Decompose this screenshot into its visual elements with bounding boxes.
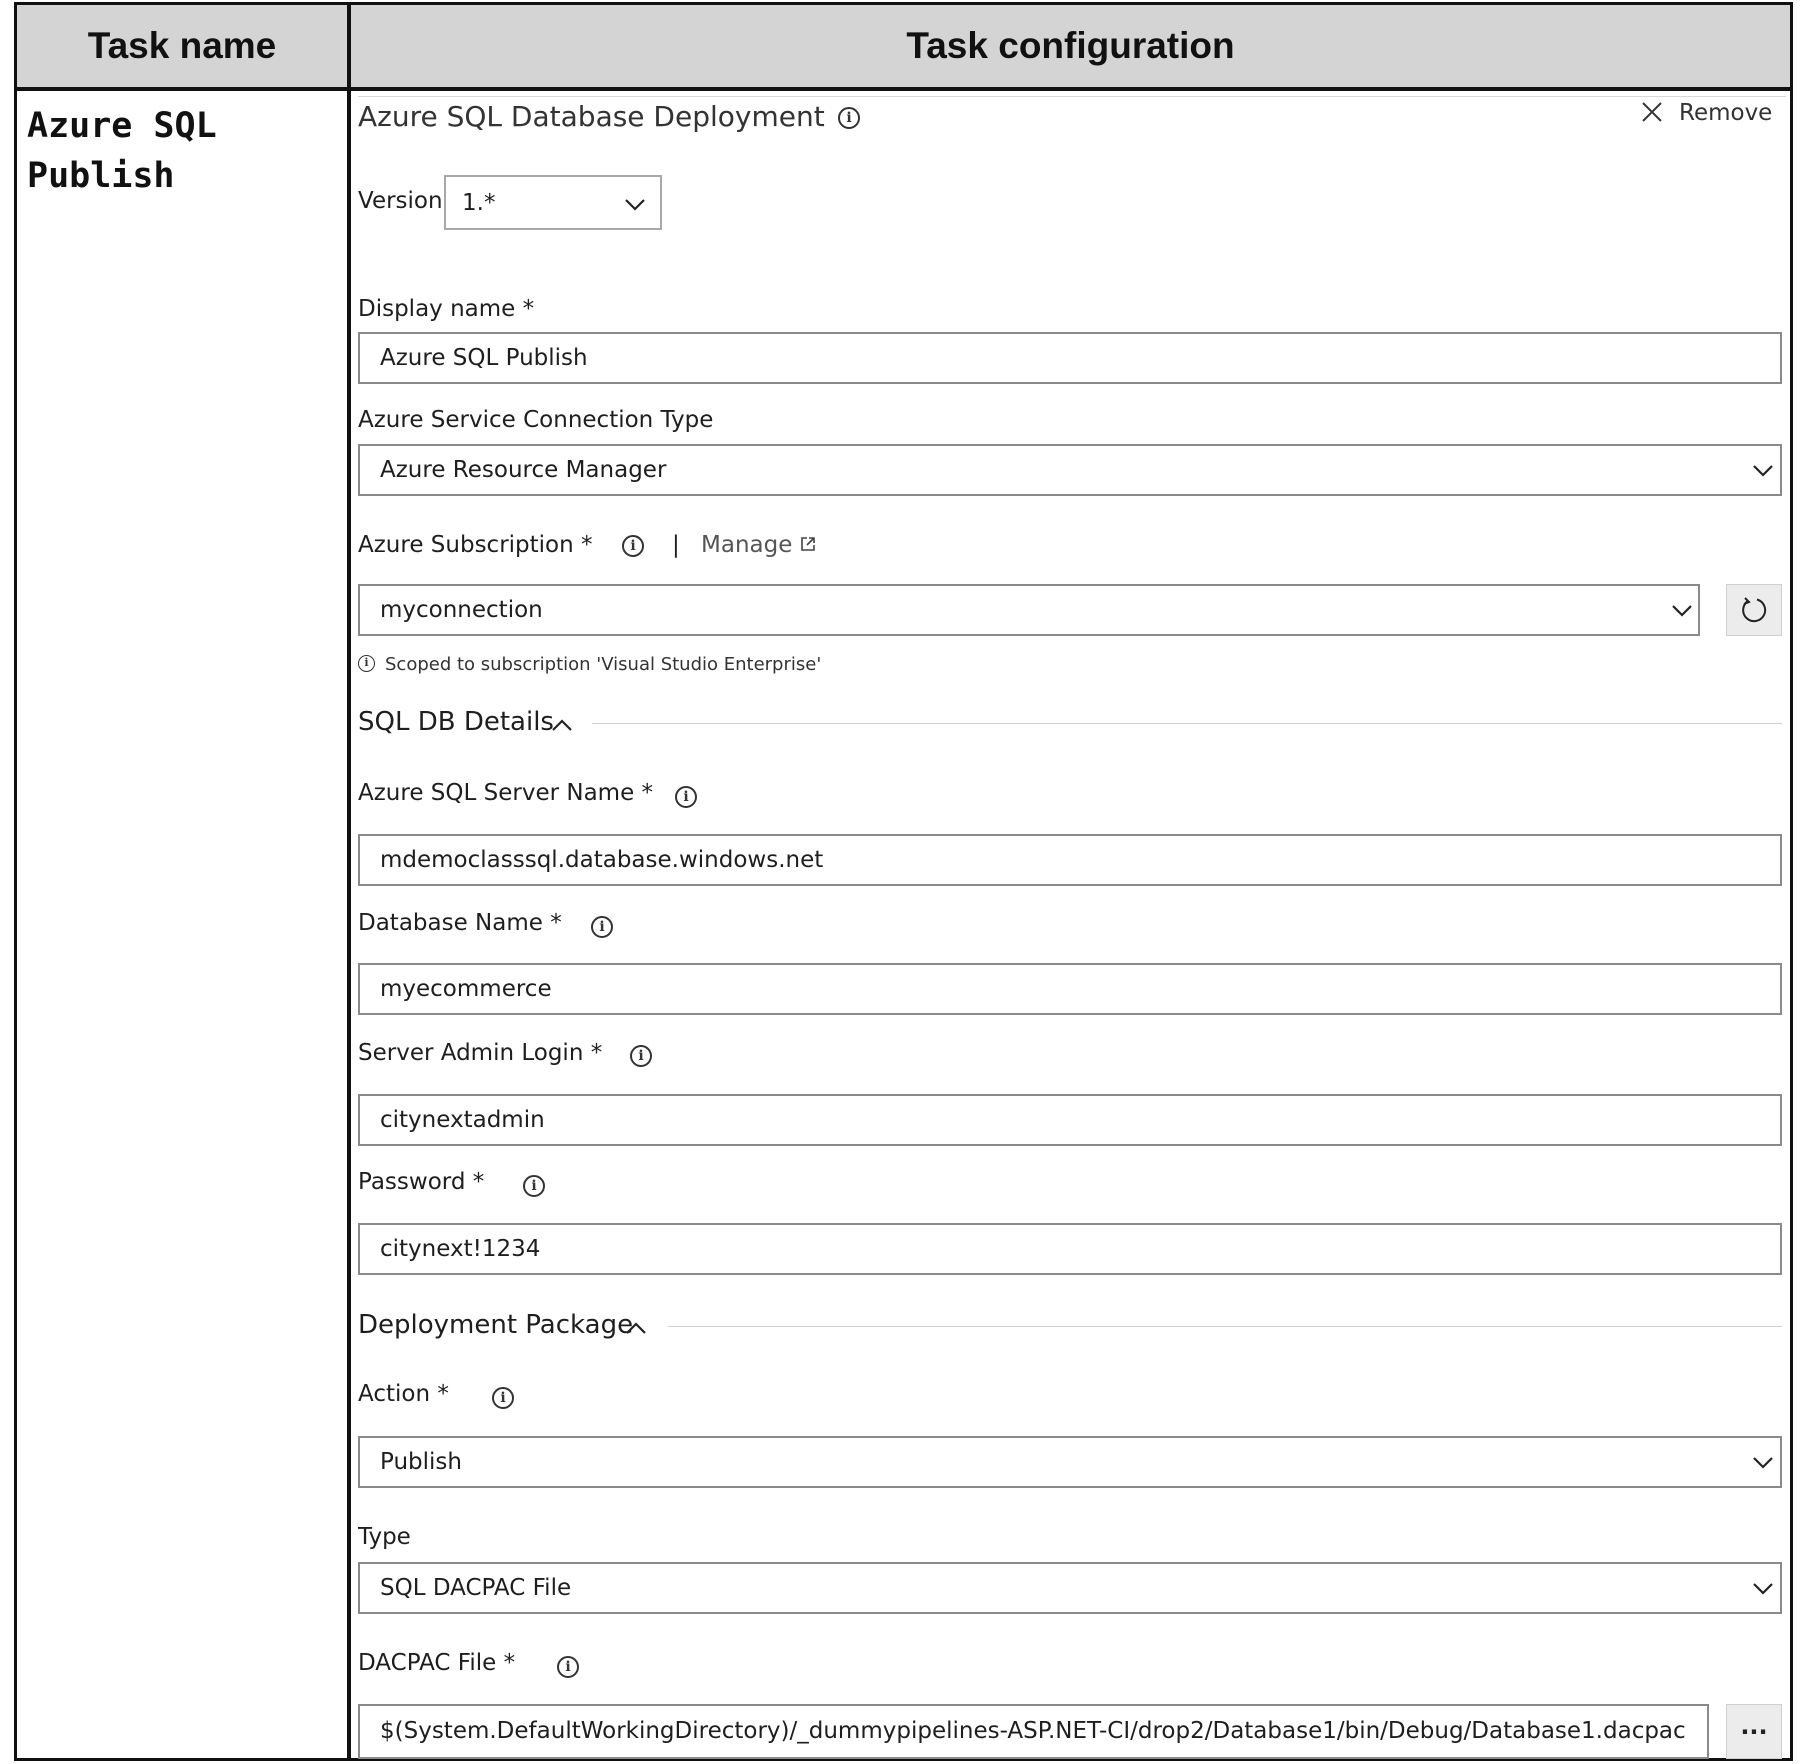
connection-type-select[interactable]: Azure Resource Manager bbox=[358, 444, 1782, 496]
task-title: Azure SQL Database Deployment bbox=[358, 100, 825, 133]
browse-button[interactable]: ··· bbox=[1726, 1704, 1782, 1759]
chevron-down-icon bbox=[1753, 465, 1773, 477]
refresh-button[interactable] bbox=[1726, 584, 1782, 636]
display-name-input[interactable]: Azure SQL Publish bbox=[358, 332, 1782, 384]
connection-type-value: Azure Resource Manager bbox=[380, 457, 667, 483]
dacpac-label: DACPAC File * bbox=[358, 1650, 516, 1676]
info-icon[interactable]: i bbox=[630, 1045, 652, 1067]
subscription-label: Azure Subscription * bbox=[358, 532, 593, 558]
dacpac-value: $(System.DefaultWorkingDirectory)/_dummy… bbox=[380, 1718, 1686, 1744]
password-input[interactable]: citynext!1234 bbox=[358, 1223, 1782, 1275]
separator: | bbox=[672, 532, 680, 558]
chevron-up-icon[interactable] bbox=[625, 1318, 647, 1340]
version-value: 1.* bbox=[462, 190, 496, 216]
panel-top-rule bbox=[358, 96, 1786, 97]
info-icon[interactable]: i bbox=[838, 107, 860, 129]
section-rule bbox=[668, 1326, 1782, 1327]
refresh-icon bbox=[1742, 597, 1767, 623]
close-icon[interactable] bbox=[1641, 101, 1663, 123]
admin-login-input[interactable]: citynextadmin bbox=[358, 1094, 1782, 1146]
version-label: Version bbox=[358, 188, 443, 214]
sql-db-details-header[interactable]: SQL DB Details bbox=[358, 707, 554, 737]
info-icon[interactable]: i bbox=[675, 786, 697, 808]
info-icon: i bbox=[358, 655, 375, 672]
admin-login-label: Server Admin Login * bbox=[358, 1040, 603, 1066]
database-name-label: Database Name * bbox=[358, 910, 562, 936]
info-icon[interactable]: i bbox=[622, 535, 644, 557]
scope-note: Scoped to subscription 'Visual Studio En… bbox=[385, 654, 822, 675]
admin-login-value: citynextadmin bbox=[380, 1107, 545, 1133]
chevron-up-icon[interactable] bbox=[551, 715, 573, 737]
chevron-down-icon bbox=[1753, 1583, 1773, 1595]
subscription-value: myconnection bbox=[380, 597, 543, 623]
dacpac-input[interactable]: $(System.DefaultWorkingDirectory)/_dummy… bbox=[358, 1704, 1709, 1759]
task-configuration-panel: Azure SQL Database Deployment i Remove V… bbox=[0, 0, 1800, 1764]
version-select[interactable]: 1.* bbox=[444, 175, 662, 230]
deployment-package-header[interactable]: Deployment Package bbox=[358, 1310, 633, 1340]
type-value: SQL DACPAC File bbox=[380, 1575, 572, 1601]
database-name-value: myecommerce bbox=[380, 976, 552, 1002]
action-value: Publish bbox=[380, 1449, 462, 1475]
database-name-input[interactable]: myecommerce bbox=[358, 963, 1782, 1015]
action-select[interactable]: Publish bbox=[358, 1436, 1782, 1488]
type-label: Type bbox=[358, 1524, 411, 1550]
display-name-value: Azure SQL Publish bbox=[380, 345, 588, 371]
chevron-down-icon bbox=[625, 199, 645, 211]
manage-link[interactable]: Manage bbox=[701, 532, 792, 558]
display-name-label: Display name * bbox=[358, 296, 535, 322]
chevron-down-icon bbox=[1672, 605, 1692, 617]
server-name-input[interactable]: mdemoclasssql.database.windows.net bbox=[358, 834, 1782, 886]
info-icon[interactable]: i bbox=[492, 1387, 514, 1409]
password-label: Password * bbox=[358, 1169, 485, 1195]
subscription-select[interactable]: myconnection bbox=[358, 584, 1700, 636]
type-select[interactable]: SQL DACPAC File bbox=[358, 1562, 1782, 1614]
connection-type-label: Azure Service Connection Type bbox=[358, 407, 714, 433]
server-name-label: Azure SQL Server Name * bbox=[358, 780, 654, 806]
server-name-value: mdemoclasssql.database.windows.net bbox=[380, 847, 824, 873]
password-value: citynext!1234 bbox=[380, 1236, 541, 1262]
action-label: Action * bbox=[358, 1381, 449, 1407]
info-icon[interactable]: i bbox=[523, 1175, 545, 1197]
chevron-down-icon bbox=[1753, 1457, 1773, 1469]
info-icon[interactable]: i bbox=[591, 916, 613, 938]
external-link-icon[interactable] bbox=[800, 536, 816, 552]
info-icon[interactable]: i bbox=[557, 1656, 579, 1678]
section-rule bbox=[592, 723, 1782, 724]
remove-button[interactable]: Remove bbox=[1679, 100, 1772, 126]
